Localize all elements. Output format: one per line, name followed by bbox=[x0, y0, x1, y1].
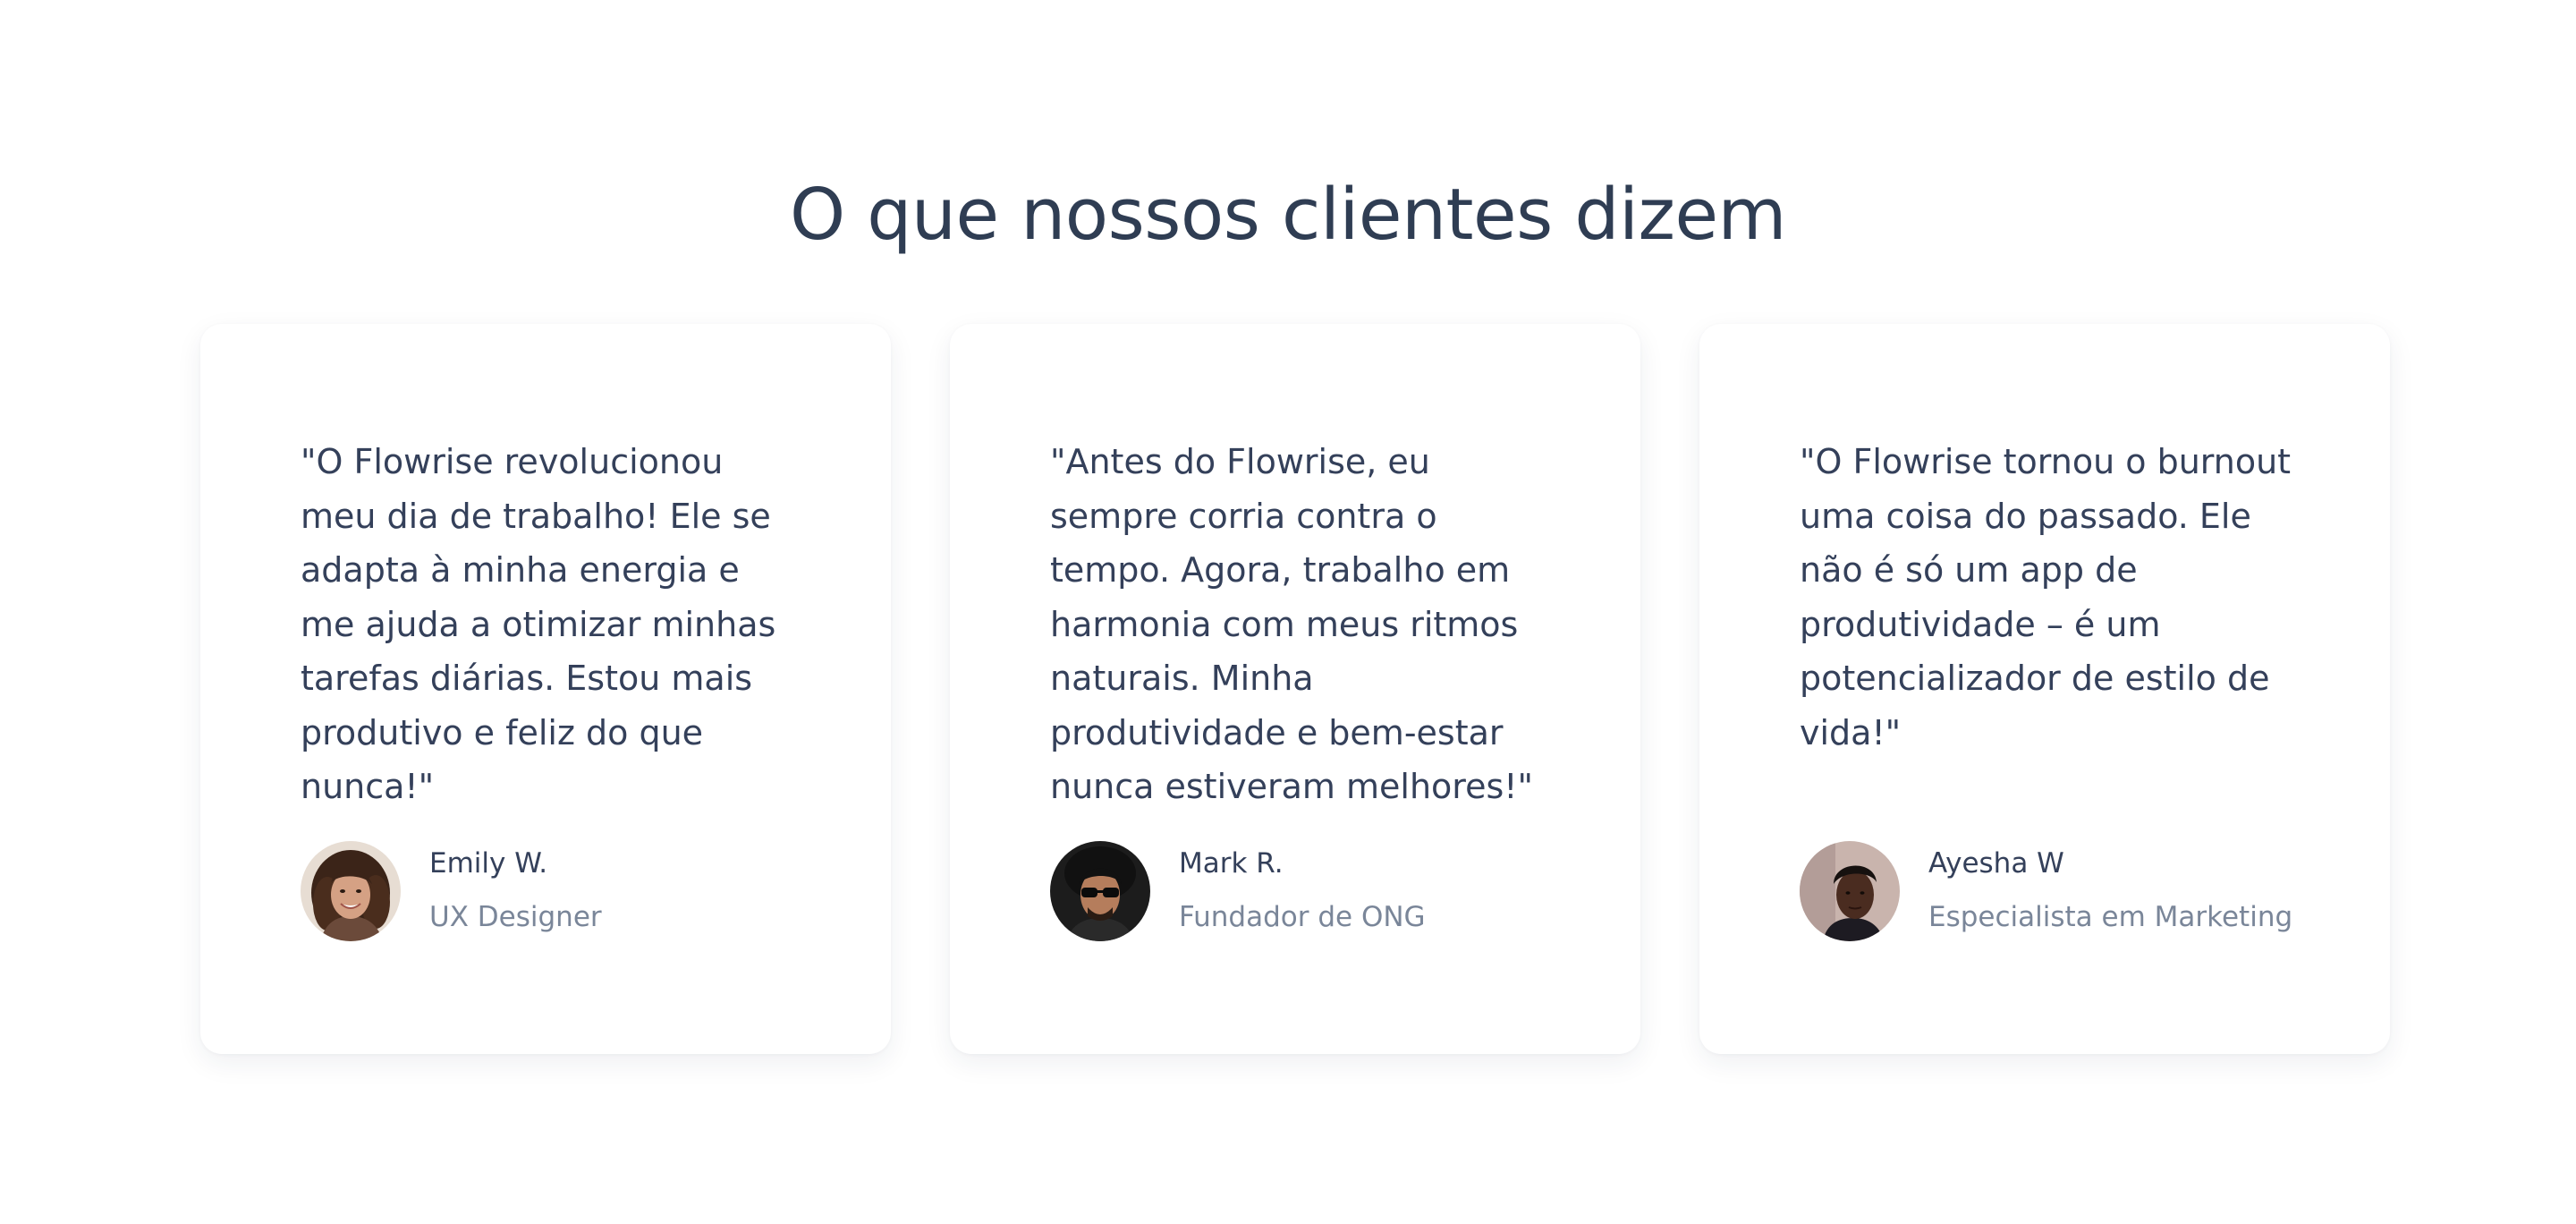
person-portrait-icon bbox=[1800, 841, 1900, 941]
testimonial-author: Ayesha W Especialista em Marketing bbox=[1800, 841, 2354, 941]
avatar bbox=[1050, 841, 1150, 941]
testimonial-author: Emily W. UX Designer bbox=[301, 841, 855, 941]
avatar bbox=[301, 841, 401, 941]
author-role: Fundador de ONG bbox=[1179, 901, 1426, 933]
testimonial-author: Mark R. Fundador de ONG bbox=[1050, 841, 1605, 941]
testimonial-card: "O Flowrise revolucionou meu dia de trab… bbox=[200, 324, 891, 1054]
author-name: Ayesha W bbox=[1928, 847, 2064, 880]
woman-portrait-icon bbox=[301, 841, 401, 941]
testimonial-quote: "O Flowrise tornou o burnout uma coisa d… bbox=[1800, 442, 2292, 752]
author-name: Mark R. bbox=[1179, 847, 1284, 880]
man-sunglasses-portrait-icon bbox=[1050, 841, 1150, 941]
testimonial-card: "O Flowrise tornou o burnout uma coisa d… bbox=[1699, 324, 2390, 1054]
author-role: UX Designer bbox=[429, 901, 602, 933]
testimonial-quote: "O Flowrise revolucionou meu dia de trab… bbox=[301, 442, 776, 806]
avatar bbox=[1800, 841, 1900, 941]
testimonial-card: "Antes do Flowrise, eu sempre corria con… bbox=[950, 324, 1640, 1054]
testimonial-quote: "Antes do Flowrise, eu sempre corria con… bbox=[1050, 442, 1533, 806]
section-heading: O que nossos clientes dizem bbox=[789, 174, 1787, 256]
testimonial-cards: "O Flowrise revolucionou meu dia de trab… bbox=[200, 324, 2390, 1054]
testimonials-section: O que nossos clientes dizem "O Flowrise … bbox=[0, 0, 2576, 1224]
author-role: Especialista em Marketing bbox=[1928, 901, 2293, 933]
author-name: Emily W. bbox=[429, 847, 548, 880]
